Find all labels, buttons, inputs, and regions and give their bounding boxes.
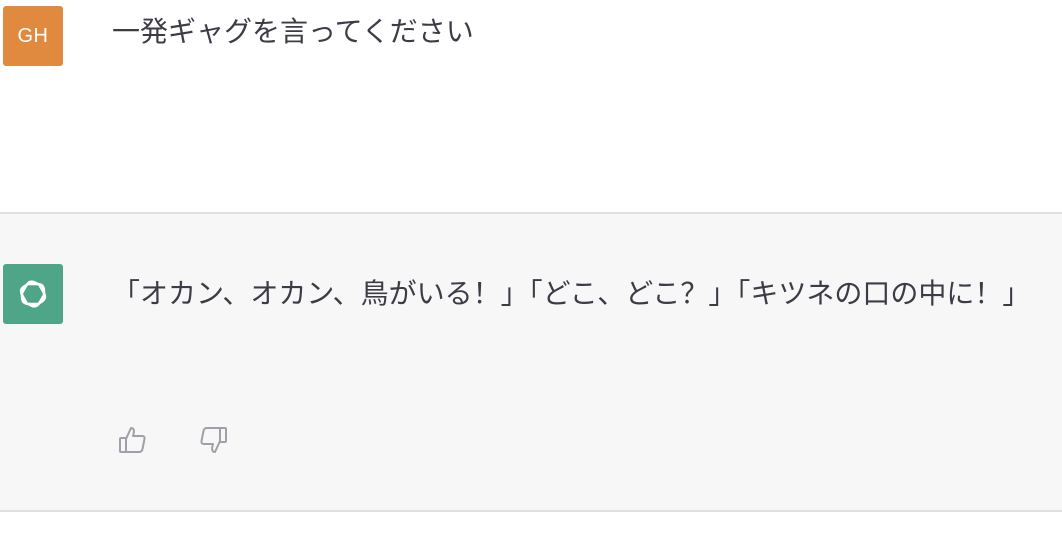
conversation-thread: GH 一発ギャグを言ってください 「オカン、オカン、鳥がいる！」「どこ、どこ？」… bbox=[0, 0, 1062, 555]
feedback-buttons bbox=[116, 424, 230, 456]
assistant-message: 「オカン、オカン、鳥がいる！」「どこ、どこ？」「キツネの口の中に！」 bbox=[0, 214, 1062, 512]
assistant-message-text: 「オカン、オカン、鳥がいる！」「どこ、どこ？」「キツネの口の中に！」 bbox=[112, 277, 1031, 310]
user-avatar-initials: GH bbox=[17, 24, 49, 47]
thumbs-down-icon bbox=[200, 427, 227, 453]
user-message-text: 一発ギャグを言ってください bbox=[112, 15, 474, 48]
thumbs-down-button[interactable] bbox=[198, 424, 230, 456]
thumbs-up-icon bbox=[119, 427, 146, 453]
thumbs-up-button[interactable] bbox=[116, 424, 148, 456]
user-message: GH 一発ギャグを言ってください bbox=[0, 0, 1062, 214]
user-avatar: GH bbox=[3, 6, 63, 66]
assistant-avatar bbox=[3, 264, 63, 324]
openai-logo-icon bbox=[19, 280, 47, 308]
